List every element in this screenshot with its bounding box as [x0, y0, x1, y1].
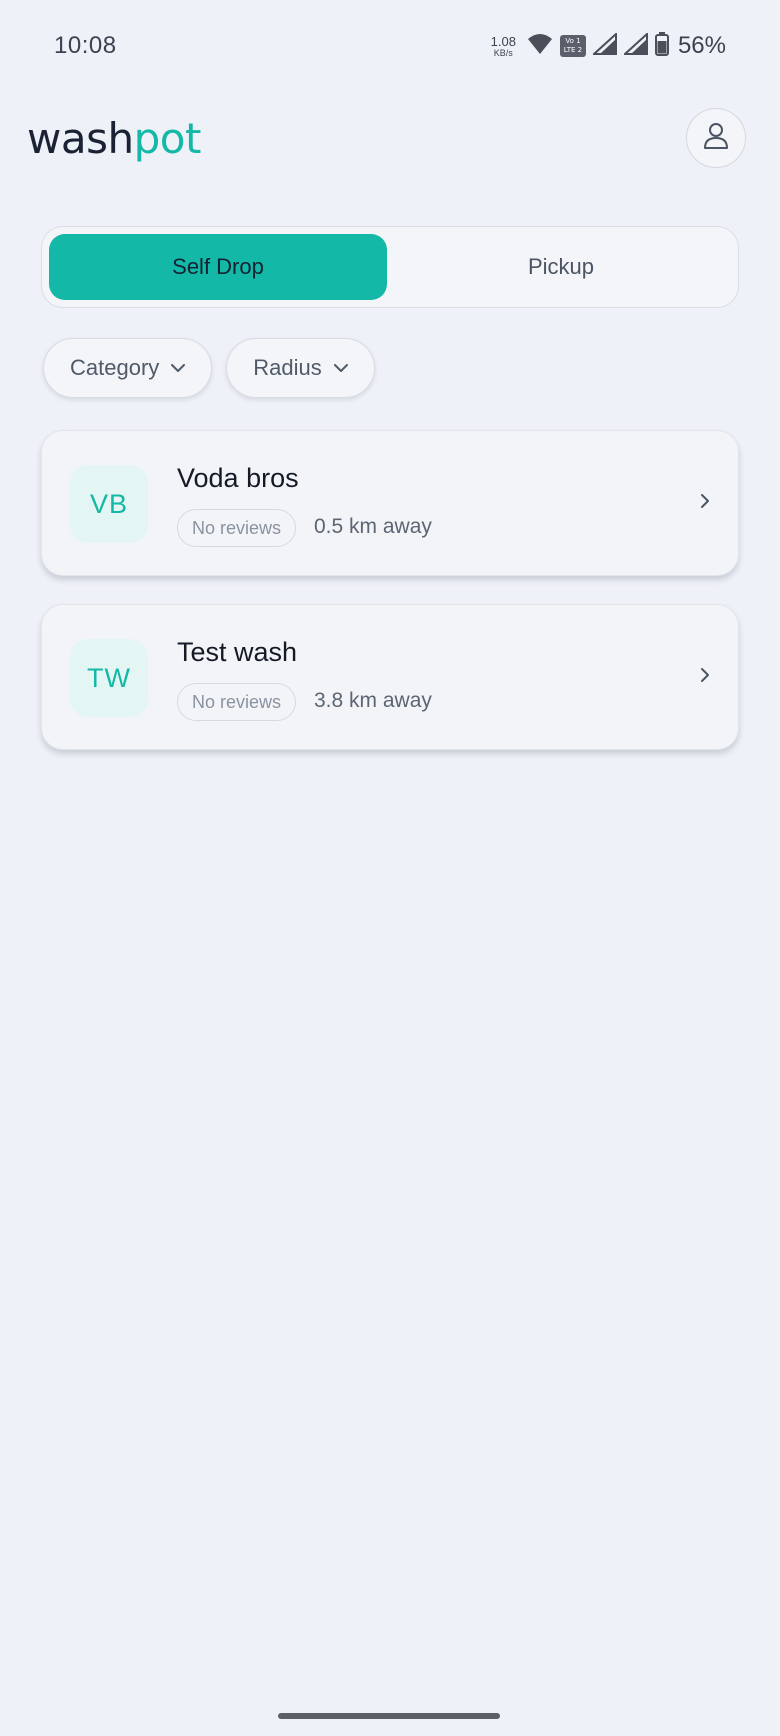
tab-pickup[interactable]: Pickup	[392, 234, 730, 300]
filter-bar: Category Radius	[43, 338, 375, 398]
radius-filter[interactable]: Radius	[226, 338, 375, 398]
status-bar: 10:08 1.08 KB/s Vo 1 LTE 2 56%	[0, 0, 780, 90]
volte-bottom-label: LTE 2	[563, 46, 583, 54]
app-logo: washpot	[27, 114, 201, 163]
chevron-right-icon	[700, 667, 710, 688]
logo-text-pot: pot	[133, 114, 202, 163]
wifi-icon	[527, 33, 553, 60]
tab-pickup-label: Pickup	[527, 254, 595, 279]
delivery-mode-toggle: Self Drop Pickup	[41, 226, 739, 308]
shop-card[interactable]: VB Voda bros No reviews 0.5 km away	[41, 430, 739, 576]
shop-distance: 0.5 km away	[314, 515, 432, 538]
battery-percent: 56%	[677, 32, 726, 59]
app-header: washpot	[0, 100, 780, 180]
profile-button[interactable]	[686, 108, 746, 168]
category-filter[interactable]: Category	[43, 338, 213, 398]
app-screen: 10:08 1.08 KB/s Vo 1 LTE 2 56% washpot S…	[0, 0, 780, 1736]
user-icon	[703, 122, 729, 155]
shop-initials: VB	[89, 488, 129, 519]
chevron-down-icon	[171, 363, 186, 373]
network-speed-value: 1.08	[490, 33, 516, 49]
battery-icon	[654, 31, 669, 61]
signal-icon	[591, 31, 617, 60]
shop-distance: 3.8 km away	[314, 689, 432, 712]
shop-card[interactable]: TW Test wash No reviews 3.8 km away	[41, 604, 739, 750]
network-speed: 1.08 KB/s	[491, 35, 516, 58]
reviews-badge: No reviews	[177, 683, 297, 721]
home-indicator[interactable]	[278, 1713, 500, 1719]
radius-filter-label: Radius	[253, 355, 322, 380]
tab-self-drop-label: Self Drop	[172, 254, 264, 279]
volte-top-label: Vo 1	[565, 37, 581, 45]
network-speed-unit: KB/s	[493, 47, 513, 58]
category-filter-label: Category	[70, 355, 160, 380]
chevron-down-icon	[333, 363, 348, 373]
volte-icon: Vo 1 LTE 2	[559, 35, 586, 57]
shop-avatar: VB	[70, 465, 148, 543]
reviews-badge: No reviews	[177, 509, 297, 547]
signal-icon	[622, 31, 648, 60]
shop-name: Voda bros	[177, 463, 299, 493]
tab-self-drop[interactable]: Self Drop	[49, 234, 387, 300]
status-time: 10:08	[54, 32, 117, 59]
shop-initials: TW	[87, 662, 131, 693]
shop-name: Test wash	[177, 637, 298, 667]
logo-text-wash: wash	[27, 114, 134, 163]
status-icons: 1.08 KB/s Vo 1 LTE 2 56%	[491, 30, 726, 62]
chevron-right-icon	[700, 493, 710, 514]
shop-avatar: TW	[70, 639, 148, 717]
